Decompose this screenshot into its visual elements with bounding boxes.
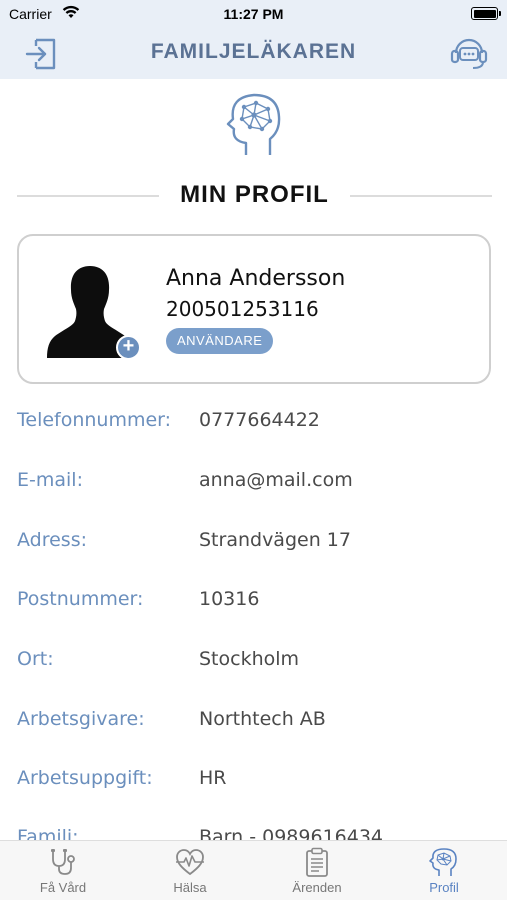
- field-label: Arbetsuppgift:: [17, 767, 153, 789]
- profile-content[interactable]: MIN PROFIL + Anna Andersson 200501253116…: [0, 79, 507, 840]
- add-photo-button[interactable]: +: [116, 335, 141, 360]
- tab-label: Få Vård: [39, 880, 87, 895]
- tab-arenden[interactable]: Ärenden: [254, 841, 380, 900]
- role-badge: ANVÄNDARE: [166, 328, 274, 354]
- stethoscope-icon: [51, 849, 75, 875]
- field-label: Adress:: [17, 529, 88, 551]
- tab-label: Ärenden: [292, 880, 342, 895]
- tab-label: Hälsa: [173, 880, 207, 895]
- info-row-email: E-mail: anna@mail.com: [0, 460, 507, 500]
- info-row-job-role: Arbetsuppgift: HR: [0, 758, 507, 798]
- field-value: Northtech AB: [199, 708, 326, 730]
- tab-profil[interactable]: Profil: [381, 841, 507, 900]
- field-value: Barn - 0989616434: [199, 826, 384, 840]
- info-row-address: Adress: Strandvägen 17: [0, 520, 507, 560]
- tab-halsa[interactable]: Hälsa: [127, 841, 253, 900]
- support-chat-icon[interactable]: [449, 34, 489, 72]
- section-title: MIN PROFIL: [0, 179, 507, 213]
- field-value: 0777664422: [199, 409, 320, 431]
- info-row-family: Familj: Barn - 0989616434: [0, 817, 507, 840]
- tab-bar: Få Vård Hälsa Ärenden Profil: [0, 840, 507, 900]
- divider-right: [350, 195, 492, 197]
- personal-number: 200501253116: [166, 297, 319, 321]
- field-label: Familj:: [17, 826, 79, 840]
- field-label: Ort:: [17, 648, 54, 670]
- tab-label: Profil: [429, 880, 459, 895]
- profile-name: Anna Andersson: [166, 266, 346, 291]
- divider-left: [17, 195, 159, 197]
- status-time: 11:27 PM: [223, 6, 284, 22]
- brain-head-icon: [429, 848, 457, 876]
- app-title: FAMILJELÄKAREN: [150, 40, 357, 63]
- clipboard-icon: [306, 847, 328, 877]
- field-label: E-mail:: [17, 469, 83, 491]
- info-row-employer: Arbetsgivare: Northtech AB: [0, 699, 507, 739]
- tab-fa-vard[interactable]: Få Vård: [0, 841, 126, 900]
- info-row-postal-code: Postnummer: 10316: [0, 579, 507, 619]
- field-value: anna@mail.com: [199, 469, 353, 491]
- info-row-phone: Telefonnummer: 0777664422: [0, 400, 507, 440]
- nav-bar: FAMILJELÄKAREN: [0, 28, 507, 79]
- section-title-text: MIN PROFIL: [180, 181, 329, 208]
- field-value: 10316: [199, 588, 260, 610]
- profile-card: + Anna Andersson 200501253116 ANVÄNDARE: [17, 234, 491, 384]
- field-label: Telefonnummer:: [17, 409, 172, 431]
- status-bar: Carrier 11:27 PM: [0, 0, 507, 28]
- field-label: Postnummer:: [17, 588, 144, 610]
- brain-head-icon: [226, 93, 281, 155]
- field-label: Arbetsgivare:: [17, 708, 145, 730]
- field-value: HR: [199, 767, 227, 789]
- battery-icon: [471, 7, 501, 20]
- field-value: Stockholm: [199, 648, 300, 670]
- heart-pulse-icon: [176, 849, 204, 876]
- field-value: Strandvägen 17: [199, 529, 351, 551]
- info-row-city: Ort: Stockholm: [0, 639, 507, 679]
- plus-icon: +: [122, 335, 135, 357]
